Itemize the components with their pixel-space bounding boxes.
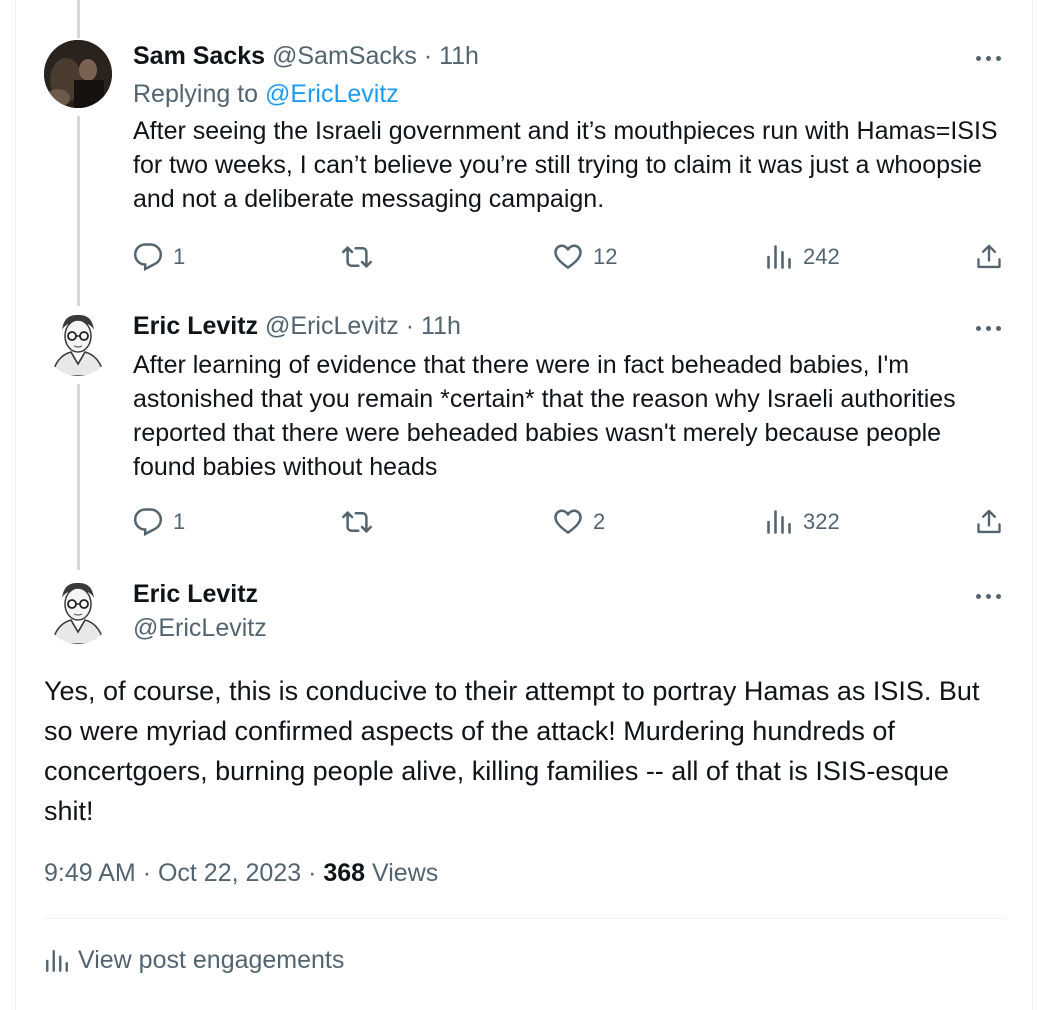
repost-button[interactable] <box>341 240 373 274</box>
repost-icon <box>342 511 372 533</box>
action-bar: 1 2 322 <box>133 505 1013 539</box>
like-count: 2 <box>593 509 606 534</box>
author-name-row: Eric Levitz <box>133 578 998 610</box>
tweet-text: After learning of evidence that there we… <box>133 351 956 481</box>
reply-count: 1 <box>173 509 186 534</box>
views-icon <box>767 245 791 269</box>
views-count: 368 <box>323 859 366 887</box>
reply-tweet[interactable]: Sam Sacks @SamSacks · 11h Replying to @E… <box>133 40 998 216</box>
views-button[interactable]: 242 <box>765 240 840 274</box>
frame-border-left <box>15 0 16 1010</box>
author-name[interactable]: Eric Levitz <box>133 580 258 608</box>
share-button[interactable] <box>975 240 1003 274</box>
action-bar: 1 12 242 <box>133 240 1013 274</box>
repost-button[interactable] <box>341 505 373 539</box>
main-post-text: Yes, of course, this is conducive to the… <box>44 676 980 826</box>
views-icon <box>46 949 68 972</box>
avatar[interactable] <box>44 308 112 376</box>
views-count: 322 <box>803 509 840 534</box>
tweet-header: Eric Levitz @EricLevitz · 11h <box>133 310 998 342</box>
views-icon <box>767 510 791 534</box>
share-button[interactable] <box>975 505 1003 539</box>
avatar[interactable] <box>44 40 112 108</box>
author-name[interactable]: Eric Levitz <box>133 312 258 340</box>
thread-connector <box>77 384 80 570</box>
like-count: 12 <box>593 244 618 269</box>
replying-prefix: Replying to <box>133 80 259 108</box>
views-label: Views <box>372 859 439 887</box>
reply-icon <box>133 243 163 272</box>
like-button[interactable]: 12 <box>553 240 617 274</box>
tweet-time[interactable]: 11h <box>439 42 479 70</box>
author-handle[interactable]: @SamSacks <box>272 42 417 70</box>
view-engagements-link[interactable]: View post engagements <box>44 946 344 975</box>
views-button[interactable]: 322 <box>765 505 840 539</box>
reply-tweet[interactable]: Eric Levitz @EricLevitz · 11h After lear… <box>133 310 998 484</box>
repost-icon <box>342 246 372 268</box>
more-icon[interactable] <box>976 591 1006 601</box>
post-timestamp: 9:49 AM · Oct 22, 2023 · 368 Views <box>44 855 438 891</box>
separator: · <box>423 42 433 70</box>
tweet-text: After seeing the Israeli government and … <box>133 117 998 213</box>
reply-button[interactable]: 1 <box>133 240 185 274</box>
like-button[interactable]: 2 <box>553 505 605 539</box>
author-handle[interactable]: @EricLevitz <box>133 612 998 644</box>
divider <box>44 918 1006 919</box>
separator: · <box>142 859 152 887</box>
frame-border-right <box>1032 0 1033 1010</box>
engagements-label: View post engagements <box>78 946 345 974</box>
separator: · <box>405 312 415 340</box>
reply-count: 1 <box>173 244 186 269</box>
reply-icon <box>133 508 163 537</box>
views-count: 242 <box>803 244 840 269</box>
thread-connector <box>77 0 80 38</box>
thread-connector <box>77 116 80 306</box>
share-icon <box>977 509 1001 534</box>
like-icon <box>554 244 582 269</box>
share-icon <box>977 244 1001 269</box>
replying-handle-link[interactable]: @EricLevitz <box>265 80 399 108</box>
more-icon[interactable] <box>976 323 1006 333</box>
post-time[interactable]: 9:49 AM <box>44 859 136 887</box>
separator: · <box>308 859 317 887</box>
author-handle[interactable]: @EricLevitz <box>265 312 399 340</box>
reply-button[interactable]: 1 <box>133 505 185 539</box>
tweet-header: Sam Sacks @SamSacks · 11h <box>133 40 998 72</box>
post-date[interactable]: Oct 22, 2023 <box>158 859 301 887</box>
like-icon <box>554 509 582 534</box>
tweet-time[interactable]: 11h <box>421 312 461 340</box>
replying-to: Replying to @EricLevitz <box>133 78 998 110</box>
avatar[interactable] <box>44 576 112 644</box>
author-name[interactable]: Sam Sacks <box>133 42 265 70</box>
main-post-header: Eric Levitz @EricLevitz <box>133 578 998 644</box>
more-icon[interactable] <box>976 53 1006 63</box>
